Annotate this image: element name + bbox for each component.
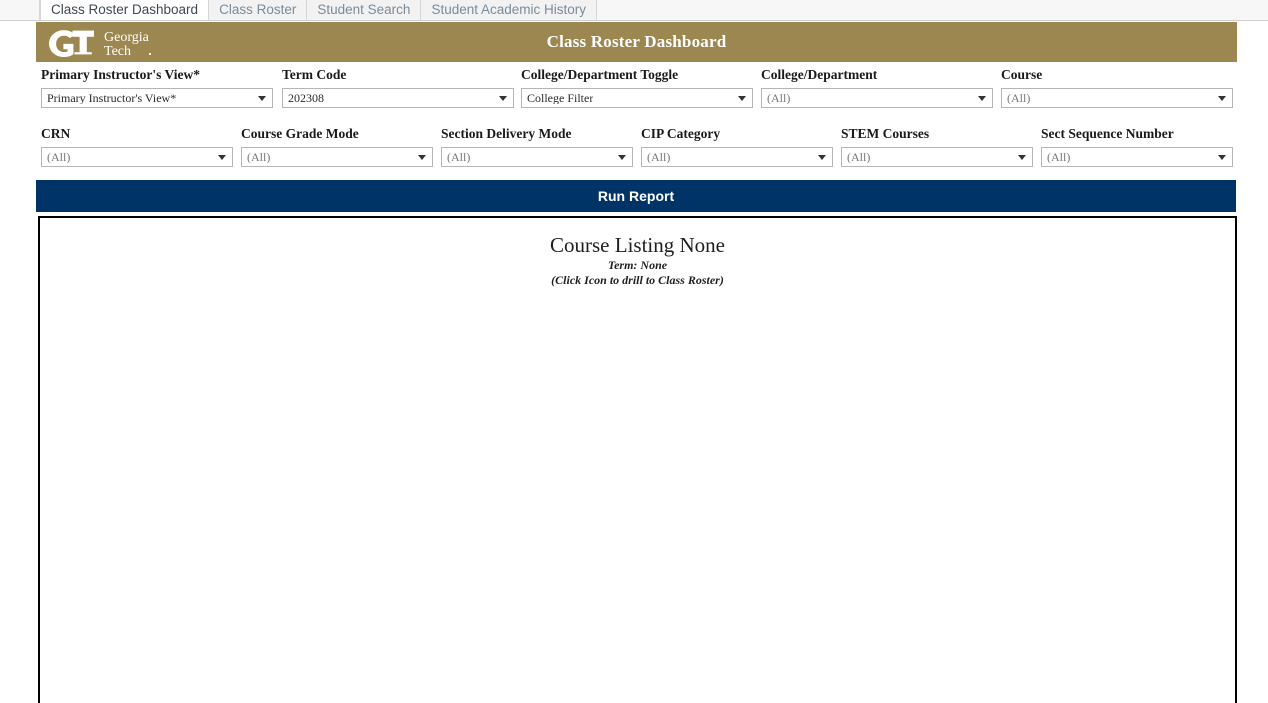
page-title: Class Roster Dashboard	[546, 32, 727, 51]
dropdown-cip-category[interactable]: (All)	[641, 147, 833, 167]
chevron-down-icon	[258, 96, 266, 101]
filter-label: Primary Instructor's View*	[41, 67, 200, 82]
chevron-down-icon	[1218, 96, 1226, 101]
tab-label: Student Search	[317, 1, 411, 17]
report-title: Course Listing None	[550, 233, 725, 257]
report-term: Term: None	[607, 258, 668, 272]
dropdown-value: (All)	[47, 151, 71, 163]
dropdown-value: (All)	[1047, 151, 1071, 163]
dropdown-sect-sequence-number[interactable]: (All)	[1041, 147, 1233, 167]
dropdown-term-code[interactable]: 202308	[282, 88, 514, 108]
chevron-down-icon	[218, 155, 226, 160]
georgia-tech-logo: Georgia Tech	[44, 26, 194, 59]
filter-label: STEM Courses	[841, 126, 930, 141]
dropdown-value: (All)	[247, 151, 271, 163]
filter-college-department: College/Department (All)	[761, 68, 993, 108]
dropdown-value: Primary Instructor's View*	[47, 92, 177, 104]
report-header: Course Listing None Term: None (Click Ic…	[40, 218, 1235, 288]
tab-student-academic-history[interactable]: Student Academic History	[421, 0, 598, 20]
dropdown-crn[interactable]: (All)	[41, 147, 233, 167]
dropdown-section-delivery-mode[interactable]: (All)	[441, 147, 633, 167]
tab-label: Class Roster	[219, 1, 297, 17]
tab-bar-leading-spacer	[0, 0, 40, 20]
dropdown-value: (All)	[767, 92, 791, 104]
filter-course-grade-mode: Course Grade Mode (All)	[241, 127, 433, 167]
chevron-down-icon	[818, 155, 826, 160]
filter-label: CRN	[41, 126, 71, 141]
filter-label: Course	[1001, 67, 1043, 82]
chevron-down-icon	[418, 155, 426, 160]
chevron-down-icon	[1218, 155, 1226, 160]
filter-label: Sect Sequence Number	[1041, 126, 1174, 141]
report-panel: Course Listing None Term: None (Click Ic…	[38, 216, 1237, 703]
filter-label: CIP Category	[641, 126, 721, 141]
run-report-label: Run Report	[597, 188, 675, 204]
filter-course: Course (All)	[1001, 68, 1233, 108]
dropdown-value: 202308	[288, 92, 324, 104]
chevron-down-icon	[978, 96, 986, 101]
run-report-button[interactable]: Run Report	[36, 180, 1236, 212]
filter-label: College/Department Toggle	[521, 67, 679, 82]
dropdown-course-grade-mode[interactable]: (All)	[241, 147, 433, 167]
dropdown-stem-courses[interactable]: (All)	[841, 147, 1033, 167]
chevron-down-icon	[738, 96, 746, 101]
tab-student-search[interactable]: Student Search	[307, 0, 422, 20]
filter-term-code: Term Code 202308	[282, 68, 514, 108]
tab-bar-trailing-space	[597, 0, 1268, 20]
dropdown-value: College Filter	[527, 92, 594, 104]
app-header: Class Roster Dashboard Georgia Tech	[36, 22, 1237, 62]
filter-row-secondary: CRN (All) Course Grade Mode (All) Sectio…	[0, 127, 1268, 167]
filter-primary-instructors-view: Primary Instructor's View* Primary Instr…	[41, 68, 273, 108]
tab-label: Student Academic History	[431, 1, 587, 17]
chevron-down-icon	[1018, 155, 1026, 160]
filter-cip-category: CIP Category (All)	[641, 127, 833, 167]
filter-row-primary: Primary Instructor's View* Primary Instr…	[0, 68, 1268, 108]
tab-class-roster-dashboard[interactable]: Class Roster Dashboard	[40, 0, 210, 20]
dropdown-value: (All)	[1007, 92, 1031, 104]
chevron-down-icon	[618, 155, 626, 160]
dropdown-college-department-toggle[interactable]: College Filter	[521, 88, 753, 108]
dropdown-value: (All)	[847, 151, 871, 163]
svg-text:Tech: Tech	[104, 44, 131, 59]
tab-class-roster[interactable]: Class Roster	[209, 0, 308, 20]
dropdown-primary-instructors-view[interactable]: Primary Instructor's View*	[41, 88, 273, 108]
filter-label: Section Delivery Mode	[441, 126, 572, 141]
browser-tab-bar: Class Roster Dashboard Class Roster Stud…	[0, 0, 1268, 21]
filter-section-delivery-mode: Section Delivery Mode (All)	[441, 127, 633, 167]
filter-stem-courses: STEM Courses (All)	[841, 127, 1033, 167]
filter-college-department-toggle: College/Department Toggle College Filter	[521, 68, 753, 108]
dropdown-value: (All)	[647, 151, 671, 163]
dropdown-college-department[interactable]: (All)	[761, 88, 993, 108]
filter-sect-sequence-number: Sect Sequence Number (All)	[1041, 127, 1233, 167]
svg-text:Georgia: Georgia	[104, 30, 150, 45]
dropdown-course[interactable]: (All)	[1001, 88, 1233, 108]
filter-label: College/Department	[761, 67, 878, 82]
filter-label: Course Grade Mode	[241, 126, 359, 141]
filter-crn: CRN (All)	[41, 127, 233, 167]
gt-monogram-icon: Georgia Tech	[49, 30, 152, 59]
filter-label: Term Code	[282, 67, 347, 82]
report-drill-hint: (Click Icon to drill to Class Roster)	[551, 273, 724, 287]
tab-label: Class Roster Dashboard	[51, 1, 199, 17]
chevron-down-icon	[499, 96, 507, 101]
dropdown-value: (All)	[447, 151, 471, 163]
